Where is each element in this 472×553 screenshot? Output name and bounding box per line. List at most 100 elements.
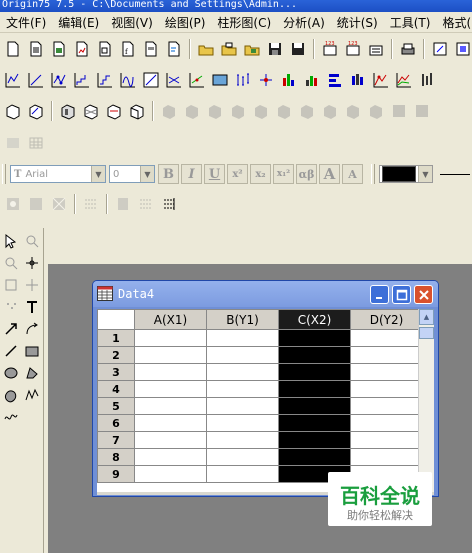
bold-button[interactable]: B (158, 164, 179, 184)
scatter-plot-icon[interactable] (48, 69, 70, 91)
cell[interactable] (206, 414, 279, 432)
cell[interactable] (350, 346, 423, 364)
row-header[interactable]: 2 (97, 346, 135, 364)
zoom-in-icon[interactable] (21, 230, 42, 251)
new-excel-icon[interactable] (48, 38, 70, 60)
3d-trajectory-icon[interactable] (25, 100, 47, 122)
vector-plot-icon-2[interactable] (163, 69, 185, 91)
screen-reader-icon[interactable] (21, 252, 42, 273)
3d-disabled-icon-1[interactable] (158, 100, 180, 122)
menu-tools[interactable]: 工具(T) (384, 14, 437, 31)
xy-error-icon[interactable] (255, 69, 277, 91)
new-graph-icon[interactable] (71, 38, 93, 60)
floating-column-icon[interactable] (347, 69, 369, 91)
print-icon[interactable] (397, 38, 419, 60)
row-header[interactable]: 8 (97, 448, 135, 466)
column-stack-icon[interactable] (301, 69, 323, 91)
row-header[interactable]: 5 (97, 397, 135, 415)
grow-font-button[interactable]: A (319, 164, 340, 184)
3d-disabled-icon-11[interactable] (388, 100, 410, 122)
step-plot-icon-2[interactable] (94, 69, 116, 91)
menu-plot[interactable]: 绘图(P) (159, 14, 212, 31)
mask-range-icon[interactable] (25, 132, 47, 154)
3d-disabled-icon-10[interactable] (365, 100, 387, 122)
layer-icon-4[interactable] (112, 193, 134, 215)
supersub-button[interactable]: x₁² (273, 164, 294, 184)
spline-plot-icon[interactable] (117, 69, 139, 91)
worksheet-grid[interactable]: A(X1) B(Y1) C(X2) D(Y2) 1 2 3 4 5 6 7 8 … (97, 309, 434, 492)
chevron-down-icon[interactable]: ▼ (140, 166, 154, 182)
freehand-tool-icon[interactable] (0, 406, 21, 427)
cell[interactable] (350, 380, 423, 398)
underline-button[interactable]: U (204, 164, 225, 184)
cell[interactable] (350, 448, 423, 466)
row-header[interactable]: 9 (97, 465, 135, 483)
row-header[interactable]: 1 (97, 329, 135, 347)
row-header[interactable]: 3 (97, 363, 135, 381)
3d-xyz-icon[interactable] (2, 100, 24, 122)
cell[interactable] (278, 346, 351, 364)
column-header-b[interactable]: B(Y1) (206, 309, 279, 330)
layer-icon-2[interactable] (25, 193, 47, 215)
line-plot-icon-2[interactable] (25, 69, 47, 91)
arrow-tool-icon[interactable] (0, 318, 21, 339)
layer-icon-5[interactable] (135, 193, 157, 215)
area-plot-icon[interactable] (370, 69, 392, 91)
cell[interactable] (206, 397, 279, 415)
cell[interactable] (206, 465, 279, 483)
cell[interactable] (278, 363, 351, 381)
open-icon[interactable] (195, 38, 217, 60)
3d-disabled-icon-2[interactable] (181, 100, 203, 122)
3d-bars-icon[interactable] (57, 100, 79, 122)
worksheet-window[interactable]: Data4 A(X1) B(Y1) C(X2) D(Y2) 1 2 3 4 5 … (92, 280, 439, 497)
drop-line-icon[interactable] (186, 69, 208, 91)
3d-disabled-icon-6[interactable] (273, 100, 295, 122)
3d-disabled-icon-9[interactable] (342, 100, 364, 122)
row-header[interactable]: 6 (97, 414, 135, 432)
cell[interactable] (134, 329, 207, 347)
line-tool-icon[interactable] (0, 340, 21, 361)
open-template-icon[interactable] (218, 38, 240, 60)
worksheet-title-bar[interactable]: Data4 (93, 281, 438, 307)
cell[interactable] (278, 431, 351, 449)
import-ascii-icon[interactable]: 123 (319, 38, 341, 60)
data-selector-icon[interactable] (0, 274, 21, 295)
circle-tool-icon[interactable] (0, 362, 21, 383)
cell[interactable] (134, 346, 207, 364)
new-worksheet-icon[interactable] (25, 38, 47, 60)
text-tool-icon[interactable] (21, 296, 42, 317)
cell[interactable] (278, 380, 351, 398)
line-style-sample[interactable] (440, 173, 470, 175)
font-name-select[interactable]: T Arial ▼ (10, 165, 106, 183)
italic-button[interactable]: I (181, 164, 202, 184)
cell[interactable] (134, 414, 207, 432)
zoom-out-icon[interactable] (0, 252, 21, 273)
menu-file[interactable]: 文件(F) (0, 14, 52, 31)
subscript-button[interactable]: x₂ (250, 164, 271, 184)
polyline-tool-icon[interactable] (21, 384, 42, 405)
3d-disabled-icon-7[interactable] (296, 100, 318, 122)
cell[interactable] (350, 329, 423, 347)
color-select[interactable]: ▼ (379, 165, 433, 183)
greek-button[interactable]: αβ (296, 164, 317, 184)
worksheet-plot-icon[interactable] (209, 69, 231, 91)
minimize-button[interactable] (370, 285, 389, 304)
save-template-icon[interactable] (287, 38, 309, 60)
save-icon[interactable] (264, 38, 286, 60)
cell[interactable] (206, 431, 279, 449)
mask-icon[interactable] (2, 132, 24, 154)
error-bar-icon[interactable] (232, 69, 254, 91)
superscript-button[interactable]: x² (227, 164, 248, 184)
cell[interactable] (278, 448, 351, 466)
chevron-down-icon[interactable]: ▼ (91, 166, 105, 182)
menu-analysis[interactable]: 分析(A) (277, 14, 331, 31)
menu-view[interactable]: 视图(V) (105, 14, 159, 31)
close-button[interactable] (414, 285, 433, 304)
layer-icon-3[interactable] (48, 193, 70, 215)
column-plot-icon[interactable] (278, 69, 300, 91)
new-function-icon[interactable]: f (117, 38, 139, 60)
cell[interactable] (134, 363, 207, 381)
3d-disabled-icon-8[interactable] (319, 100, 341, 122)
cell[interactable] (206, 380, 279, 398)
scroll-up-icon[interactable]: ▲ (419, 309, 434, 325)
